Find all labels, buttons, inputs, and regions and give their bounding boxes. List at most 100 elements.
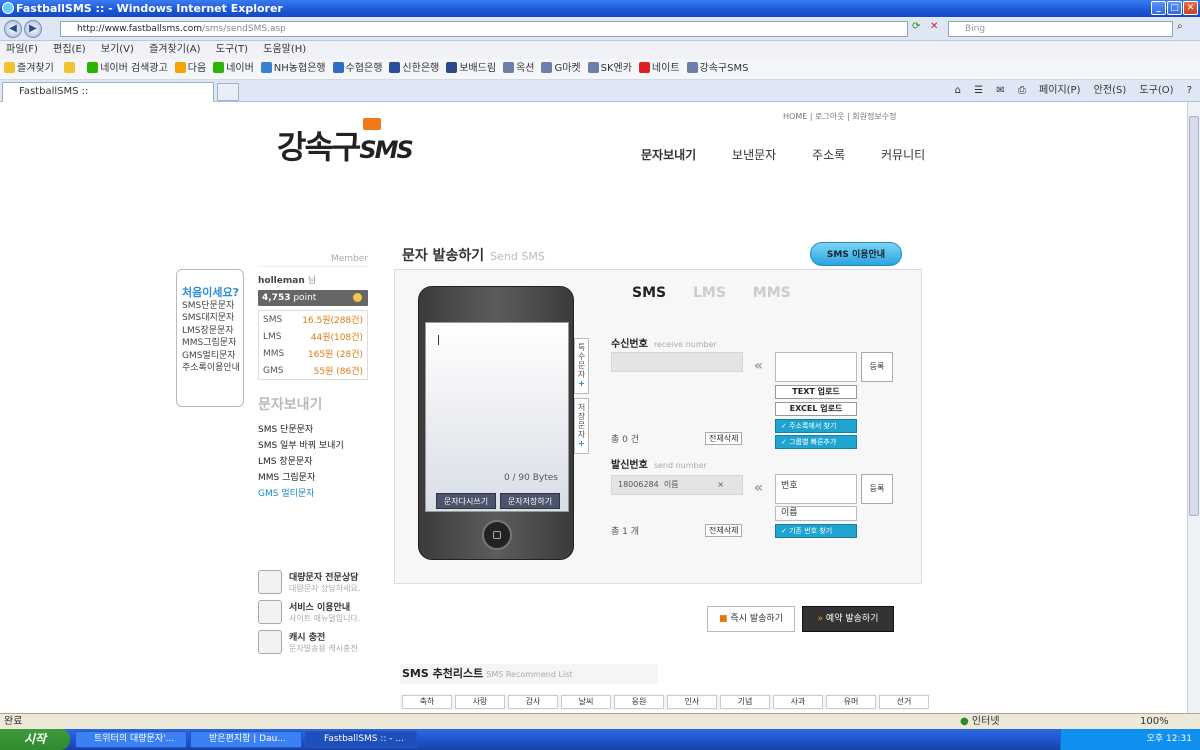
recommend-category[interactable]: 사랑 xyxy=(455,695,505,709)
print-icon[interactable]: ⎙ xyxy=(1018,85,1026,96)
tab-mms[interactable]: MMS xyxy=(753,285,791,301)
sender-number-input[interactable]: 번호 xyxy=(775,474,857,504)
add-favorite-icon[interactable] xyxy=(64,59,77,79)
group-add-button[interactable]: ✓ 그룹별 빠른추가 xyxy=(775,435,857,449)
cmd-page[interactable]: 페이지(P) xyxy=(1039,85,1080,96)
nav-sent[interactable]: 보낸문자 xyxy=(732,148,776,162)
favorite-link[interactable]: 신한은행 xyxy=(389,59,439,79)
menu-view[interactable]: 보기(V) xyxy=(101,44,134,55)
recommend-category[interactable]: 유머 xyxy=(826,695,876,709)
nav-addressbook[interactable]: 주소록 xyxy=(812,148,845,162)
recommend-category[interactable]: 선거 xyxy=(879,695,929,709)
favorite-link[interactable]: 옥션 xyxy=(503,59,534,79)
sender-name-input[interactable]: 이름 xyxy=(775,506,857,521)
search-icon[interactable]: ⌕ xyxy=(1177,21,1183,32)
sms-guide-button[interactable]: SMS 이용안내 xyxy=(810,242,902,266)
minimize-button[interactable]: _ xyxy=(1151,1,1166,15)
favorite-link[interactable]: SK엔카 xyxy=(587,59,632,79)
left-menu-sms[interactable]: SMS 단문문자 xyxy=(258,422,344,438)
stop-icon[interactable]: ✕ xyxy=(930,21,938,32)
saved-messages-tab[interactable]: 저장문자 + xyxy=(574,398,589,454)
recommend-category[interactable]: 축하 xyxy=(402,695,452,709)
addressbook-find-button[interactable]: ✓ 주소록에서 찾기 xyxy=(775,419,857,433)
new-tab-button[interactable] xyxy=(217,83,239,101)
zoom-level[interactable]: 100% xyxy=(1140,714,1169,729)
service-consult[interactable]: 대량문자 전문상담 대량문자 상담하세요. xyxy=(258,570,368,596)
service-cash[interactable]: 캐시 충전 문자발송용 캐시충전 xyxy=(258,630,368,656)
rewrite-button[interactable]: 문자다시쓰기 xyxy=(436,493,496,509)
tab-lms[interactable]: LMS xyxy=(693,285,726,301)
send-reserved-button[interactable]: » 예약 발송하기 xyxy=(802,606,894,632)
recommend-category[interactable]: 인사 xyxy=(667,695,717,709)
receive-clear-all-button[interactable]: 전체삭제 xyxy=(705,432,743,445)
cmd-safety[interactable]: 안전(S) xyxy=(1094,85,1127,96)
close-button[interactable]: ✕ xyxy=(1183,1,1198,15)
recommend-category[interactable]: 응원 xyxy=(614,695,664,709)
recommend-category[interactable]: 감사 xyxy=(508,695,558,709)
remove-sender-icon[interactable]: × xyxy=(717,476,724,494)
special-chars-tab[interactable]: 특수문자 + xyxy=(574,338,589,394)
left-menu-gms[interactable]: GMS 멀티문자 xyxy=(258,486,344,502)
existing-number-button[interactable]: ✓ 기존 번호 찾기 xyxy=(775,524,857,538)
menu-help[interactable]: 도움말(H) xyxy=(263,44,306,55)
text-upload-button[interactable]: TEXT 업로드 xyxy=(775,385,857,399)
back-button[interactable]: ◀ xyxy=(4,20,22,38)
search-input[interactable]: Bing xyxy=(948,21,1173,37)
url-input[interactable]: http://www.fastballsms.com/sms/sendSMS.a… xyxy=(60,21,908,37)
menu-tools[interactable]: 도구(T) xyxy=(216,44,248,55)
tab-fastballsms[interactable]: FastballSMS :: xyxy=(2,82,214,102)
save-message-button[interactable]: 문자저장하기 xyxy=(500,493,560,509)
double-chevron-left-icon[interactable]: « xyxy=(754,358,763,374)
vertical-scrollbar[interactable] xyxy=(1187,102,1200,713)
sender-number-list[interactable]: 18006284 이름 × xyxy=(611,475,743,495)
site-logo[interactable]: 강속구SMS xyxy=(277,118,414,168)
receive-number-list[interactable] xyxy=(611,352,743,372)
left-menu-mms[interactable]: MMS 그림문자 xyxy=(258,470,344,486)
favorite-link[interactable]: 다음 xyxy=(174,59,206,79)
left-menu-sms-partial[interactable]: SMS 일부 바꿔 보내기 xyxy=(258,438,344,454)
receive-register-button[interactable]: 등록 xyxy=(861,352,893,382)
start-button[interactable]: 시작 xyxy=(0,729,70,750)
favorite-link[interactable]: 강속구SMS xyxy=(686,59,748,79)
favorite-link[interactable]: 네이버 xyxy=(213,59,254,79)
excel-upload-button[interactable]: EXCEL 업로드 xyxy=(775,402,857,416)
help-icon[interactable]: ? xyxy=(1187,85,1192,96)
favorite-link[interactable]: G마켓 xyxy=(541,59,581,79)
recommend-category[interactable]: 사과 xyxy=(773,695,823,709)
rss-icon[interactable]: ☰ xyxy=(974,85,983,96)
mail-icon[interactable]: ✉ xyxy=(996,85,1004,96)
taskbar-item-active[interactable]: FastballSMS :: - ... xyxy=(305,731,417,748)
send-now-button[interactable]: ■ 즉시 발송하기 xyxy=(707,606,795,632)
menu-file[interactable]: 파일(F) xyxy=(6,44,38,55)
refresh-icon[interactable]: ⟳ xyxy=(912,21,920,32)
receive-number-input[interactable] xyxy=(775,352,857,382)
favorite-link[interactable]: 보배드림 xyxy=(446,59,496,79)
taskbar-item[interactable]: 받은편지함 | Dau... xyxy=(190,731,302,748)
favorite-link[interactable]: 네이트 xyxy=(638,59,680,79)
favorite-link[interactable]: 수협은행 xyxy=(332,59,382,79)
taskbar-item[interactable]: 트위터의 대량문자'... xyxy=(75,731,187,748)
favorite-link[interactable]: 네이버 검색광고 xyxy=(87,59,168,79)
favorites-button[interactable]: 즐겨찾기 xyxy=(4,59,54,79)
recommend-category[interactable]: 날씨 xyxy=(561,695,611,709)
left-menu-lms[interactable]: LMS 장문문자 xyxy=(258,454,344,470)
nav-community[interactable]: 커뮤니티 xyxy=(881,148,925,162)
sender-clear-all-button[interactable]: 전체삭제 xyxy=(705,524,743,537)
tab-sms[interactable]: SMS xyxy=(632,285,666,301)
menu-edit[interactable]: 편집(E) xyxy=(53,44,86,55)
home-icon[interactable]: ⌂ xyxy=(955,85,961,96)
top-links[interactable]: HOME | 로그아웃 | 회원정보수정 xyxy=(783,111,896,122)
menu-favorites[interactable]: 즐겨찾기(A) xyxy=(149,44,200,55)
promo-banner[interactable]: 처음이세요? SMS단문문자 SMS대지문자 LMS장문문자 MMS그림문자 G… xyxy=(176,269,244,407)
scrollbar-thumb[interactable] xyxy=(1189,116,1199,516)
favorite-link[interactable]: NH농협은행 xyxy=(260,59,326,79)
forward-button[interactable]: ▶ xyxy=(24,20,42,38)
sender-register-button[interactable]: 등록 xyxy=(861,474,893,504)
maximize-button[interactable]: □ xyxy=(1167,1,1182,15)
message-textarea[interactable]: 0 / 90 Bytes 문자다시쓰기 문자저장하기 xyxy=(425,322,569,512)
service-guide[interactable]: 서비스 이용안내 사이트 매뉴얼입니다. xyxy=(258,600,368,626)
cmd-tools[interactable]: 도구(O) xyxy=(1139,85,1173,96)
nav-send[interactable]: 문자보내기 xyxy=(641,148,696,162)
double-chevron-left-icon[interactable]: « xyxy=(754,480,763,496)
recommend-category[interactable]: 기념 xyxy=(720,695,770,709)
